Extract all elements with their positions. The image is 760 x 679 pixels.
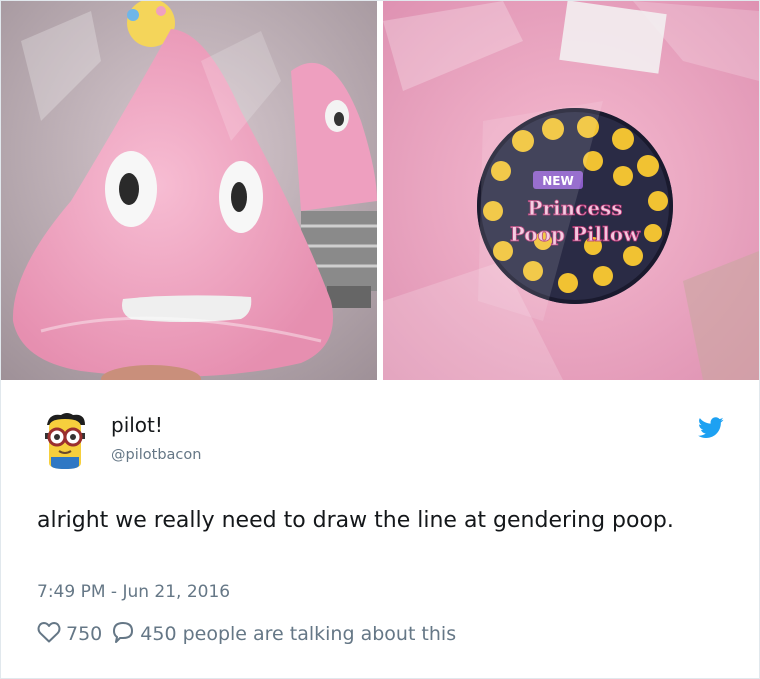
talking-about-link[interactable]: 450 people are talking about this: [140, 623, 456, 645]
speech-bubble-icon[interactable]: [112, 621, 134, 648]
photo-grid: NEW Princess Poop Pillow: [1, 1, 759, 381]
tweet-timestamp[interactable]: 7:49 PM - Jun 21, 2016: [37, 581, 230, 603]
like-count: 750: [66, 623, 103, 645]
display-name[interactable]: pilot!: [111, 413, 163, 437]
heart-icon[interactable]: [37, 621, 61, 648]
product-label-photo-icon: NEW Princess Poop Pillow: [383, 1, 759, 380]
right-photo[interactable]: NEW Princess Poop Pillow: [383, 1, 759, 380]
tweet-actions: 750 450 people are talking about this: [37, 621, 456, 647]
tweet-text: alright we really need to draw the line …: [37, 508, 674, 533]
tweet-card: NEW Princess Poop Pillow pilot! @pilotba…: [0, 0, 760, 679]
pink-poop-pillow-photo-icon: [1, 1, 377, 380]
minion-avatar-icon[interactable]: [37, 411, 93, 471]
left-photo[interactable]: [1, 1, 377, 380]
user-handle[interactable]: @pilotbacon: [111, 446, 201, 464]
twitter-bird-icon[interactable]: [698, 417, 724, 439]
